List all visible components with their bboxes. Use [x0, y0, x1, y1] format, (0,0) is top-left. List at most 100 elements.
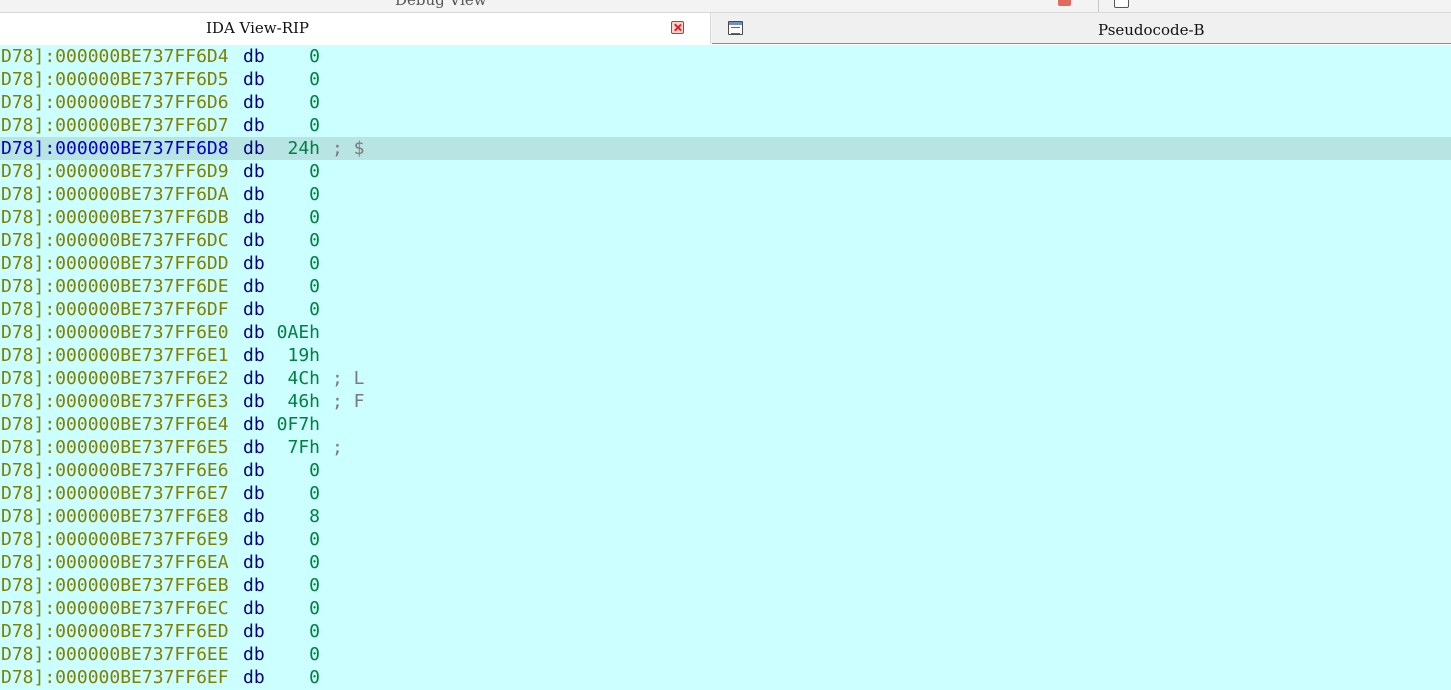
upper-close-icon[interactable] [1058, 0, 1071, 6]
row-mnemonic: db [243, 138, 265, 159]
row-address: D78]:000000BE737FF6DE [1, 276, 229, 297]
row-mnemonic: db [243, 184, 265, 205]
disassembly-listing[interactable]: D78]:000000BE737FF6D4 db 0 D78]:000000BE737… [0, 45, 1451, 690]
row-mnemonic: db [243, 276, 265, 297]
listing-row[interactable]: D78]:000000BE737FF6DF db 0 [0, 298, 1451, 321]
row-value: 0 [309, 299, 320, 320]
row-value: 0 [309, 207, 320, 228]
listing-row[interactable]: D78]:000000BE737FF6E9 db 0 [0, 528, 1451, 551]
row-value: 0 [309, 161, 320, 182]
listing-row[interactable]: D78]:000000BE737FF6D6 db 0 [0, 91, 1451, 114]
row-address: D78]:000000BE737FF6D7 [1, 115, 229, 136]
row-value: 46h [287, 391, 320, 412]
row-mnemonic: db [243, 322, 265, 343]
row-address: D78]:000000BE737FF6D5 [1, 69, 229, 90]
row-value: 4Ch [287, 368, 320, 389]
row-value: 0 [309, 184, 320, 205]
row-address: D78]:000000BE737FF6DA [1, 184, 229, 205]
row-value: 0 [309, 230, 320, 251]
row-value: 0 [309, 667, 320, 688]
row-address: D78]:000000BE737FF6D8 [1, 138, 229, 159]
tab-title: IDA View-RIP [206, 19, 310, 37]
row-mnemonic: db [243, 483, 265, 504]
listing-row[interactable]: D78]:000000BE737FF6D4 db 0 [0, 45, 1451, 68]
row-value: 0 [309, 253, 320, 274]
row-address: D78]:000000BE737FF6EC [1, 598, 229, 619]
row-value: 0 [309, 552, 320, 573]
row-value: 0 [309, 46, 320, 67]
listing-row[interactable]: D78]:000000BE737FF6DD db 0 [0, 252, 1451, 275]
listing-row[interactable]: D78]:000000BE737FF6DB db 0 [0, 206, 1451, 229]
listing-row[interactable]: D78]:000000BE737FF6E5 db 7Fh; [0, 436, 1451, 459]
row-mnemonic: db [243, 230, 265, 251]
row-address: D78]:000000BE737FF6E8 [1, 506, 229, 527]
listing-row[interactable]: D78]:000000BE737FF6D5 db 0 [0, 68, 1451, 91]
listing-row-selected[interactable]: D78]:000000BE737FF6D8 db 24h ; $ [0, 137, 1451, 160]
row-address: D78]:000000BE737FF6E3 [1, 391, 229, 412]
listing-row[interactable]: D78]:000000BE737FF6E3 db 46h ; F [0, 390, 1451, 413]
row-address: D78]:000000BE737FF6ED [1, 621, 229, 642]
debug-view-tab-label[interactable]: Debug View [395, 0, 487, 9]
row-mnemonic: db [243, 92, 265, 113]
tab-ida-view-rip[interactable]: IDA View-RIP [0, 13, 711, 44]
row-mnemonic: db [243, 529, 265, 550]
row-value: 0 [309, 598, 320, 619]
listing-row[interactable]: D78]:000000BE737FF6E8 db 8 [0, 505, 1451, 528]
row-address: D78]:000000BE737FF6E0 [1, 322, 229, 343]
row-value: 24h [287, 138, 320, 159]
row-address: D78]:000000BE737FF6E2 [1, 368, 229, 389]
row-comment: ; F [332, 391, 365, 412]
row-address: D78]:000000BE737FF6DF [1, 299, 229, 320]
row-value: 19h [287, 345, 320, 366]
listing-row[interactable]: D78]:000000BE737FF6DE db 0 [0, 275, 1451, 298]
row-mnemonic: db [243, 46, 265, 67]
row-value: 8 [309, 506, 320, 527]
row-mnemonic: db [243, 414, 265, 435]
listing-row[interactable]: D78]:000000BE737FF6E1 db 19h [0, 344, 1451, 367]
listing-row[interactable]: D78]:000000BE737FF6E2 db 4Ch ; L [0, 367, 1451, 390]
listing-row[interactable]: D78]:000000BE737FF6DA db 0 [0, 183, 1451, 206]
row-mnemonic: db [243, 161, 265, 182]
listing-row[interactable]: D78]:000000BE737FF6EF db 0 [0, 666, 1451, 689]
listing-row[interactable]: D78]:000000BE737FF6EE db 0 [0, 643, 1451, 666]
row-address: D78]:000000BE737FF6E4 [1, 414, 229, 435]
row-value: 0F7h [276, 414, 320, 435]
tab-title: Pseudocode-B [1098, 21, 1205, 39]
row-value: 0AEh [276, 322, 320, 343]
row-address: D78]:000000BE737FF6E5 [1, 437, 229, 458]
upper-tab-strip: Debug View [0, 0, 1451, 13]
row-comment: ; [332, 437, 343, 458]
row-mnemonic: db [243, 598, 265, 619]
listing-row[interactable]: D78]:000000BE737FF6EB db 0 [0, 574, 1451, 597]
row-value: 0 [309, 115, 320, 136]
row-address: D78]:000000BE737FF6DD [1, 253, 229, 274]
listing-row[interactable]: D78]:000000BE737FF6D9 db 0 [0, 160, 1451, 183]
row-value: 0 [309, 644, 320, 665]
row-mnemonic: db [243, 506, 265, 527]
listing-row[interactable]: D78]:000000BE737FF6EC db 0 [0, 597, 1451, 620]
listing-row[interactable]: D78]:000000BE737FF6ED db 0 [0, 620, 1451, 643]
tab-pseudocode-b[interactable]: Pseudocode-B [712, 13, 1451, 44]
row-comment: ; $ [332, 138, 365, 159]
row-value: 0 [309, 69, 320, 90]
row-mnemonic: db [243, 460, 265, 481]
row-value: 0 [309, 276, 320, 297]
row-address: D78]:000000BE737FF6E9 [1, 529, 229, 550]
listing-row[interactable]: D78]:000000BE737FF6D7 db 0 [0, 114, 1451, 137]
close-icon[interactable] [671, 21, 684, 34]
row-mnemonic: db [243, 299, 265, 320]
listing-row[interactable]: D78]:000000BE737FF6E0 db 0AEh [0, 321, 1451, 344]
listing-row[interactable]: D78]:000000BE737FF6E7 db 0 [0, 482, 1451, 505]
row-address: D78]:000000BE737FF6D6 [1, 92, 229, 113]
listing-row[interactable]: D78]:000000BE737FF6EA db 0 [0, 551, 1451, 574]
row-value: 0 [309, 575, 320, 596]
row-mnemonic: db [243, 552, 265, 573]
row-mnemonic: db [243, 391, 265, 412]
listing-row[interactable]: D78]:000000BE737FF6E4 db 0F7h [0, 413, 1451, 436]
listing-row[interactable]: D78]:000000BE737FF6DC db 0 [0, 229, 1451, 252]
listing-row[interactable]: D78]:000000BE737FF6E6 db 0 [0, 459, 1451, 482]
row-address: D78]:000000BE737FF6E1 [1, 345, 229, 366]
row-address: D78]:000000BE737FF6E6 [1, 460, 229, 481]
row-address: D78]:000000BE737FF6EE [1, 644, 229, 665]
row-mnemonic: db [243, 437, 265, 458]
